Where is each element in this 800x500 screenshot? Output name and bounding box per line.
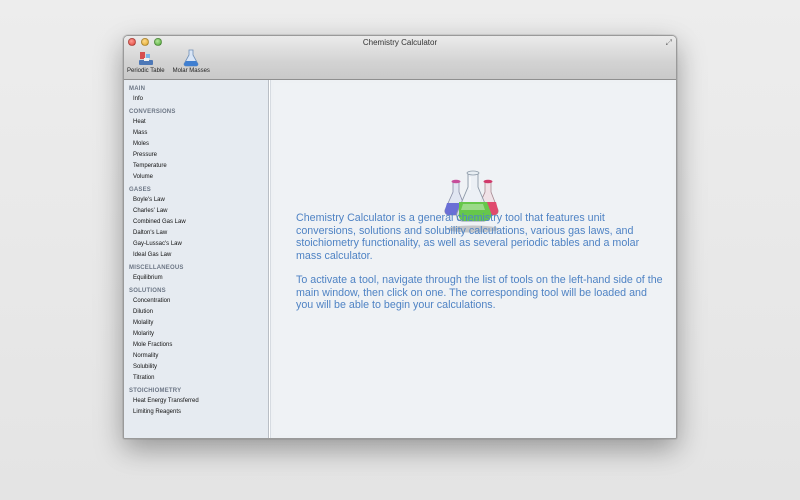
sidebar-item-volume[interactable]: Volume <box>124 172 268 183</box>
sidebar-item-daltons-law[interactable]: Dalton's Law <box>124 228 268 239</box>
sidebar-item-heat-energy-transferred[interactable]: Heat Energy Transferred <box>124 396 268 407</box>
sidebar-item-mass[interactable]: Mass <box>124 128 268 139</box>
section-header-conversions: CONVERSIONS <box>129 109 176 115</box>
sidebar-item-gay-lussacs-law[interactable]: Gay-Lussac's Law <box>124 239 268 250</box>
sidebar-section-stoichiometry: STOICHIOMETRY Heat Energy Transferred Li… <box>124 386 268 418</box>
sidebar-item-combined-gas-law[interactable]: Combined Gas Law <box>124 217 268 228</box>
sidebar-section-solutions: SOLUTIONS Concentration Dilution Molalit… <box>124 286 268 384</box>
sidebar-item-ideal-gas-law[interactable]: Ideal Gas Law <box>124 250 268 261</box>
sidebar-item-temperature[interactable]: Temperature <box>124 161 268 172</box>
sidebar-section-conversions: CONVERSIONS Heat Mass Moles Pressure Tem… <box>124 107 268 183</box>
periodic-table-label: Periodic Table <box>127 68 165 74</box>
sidebar: MAIN Info CONVERSIONS Heat Mass Moles Pr… <box>124 80 269 438</box>
section-header-miscellaneous: MISCELLANEOUS <box>129 265 184 271</box>
sidebar-item-limiting-reagents[interactable]: Limiting Reagents <box>124 407 268 418</box>
molar-masses-button[interactable]: Molar Masses <box>173 49 210 74</box>
sidebar-item-molality[interactable]: Molality <box>124 318 268 329</box>
section-header-stoichiometry: STOICHIOMETRY <box>129 388 182 394</box>
title-bar[interactable]: Chemistry Calculator ⤢ Periodic Table Mo… <box>124 36 676 80</box>
description-paragraph-1: Chemistry Calculator is a general chemis… <box>296 212 640 262</box>
sidebar-item-heat[interactable]: Heat <box>124 117 268 128</box>
description-text: Chemistry Calculator is a general chemis… <box>296 212 666 312</box>
sidebar-item-pressure[interactable]: Pressure <box>124 150 268 161</box>
fullscreen-icon[interactable]: ⤢ <box>666 38 672 48</box>
sidebar-item-boyles-law[interactable]: Boyle's Law <box>124 195 268 206</box>
sidebar-section-main: MAIN Info <box>124 84 268 105</box>
window-title: Chemistry Calculator <box>362 38 438 47</box>
main-panel: Chemistry Calculator is a general chemis… <box>274 83 673 435</box>
periodic-table-button[interactable]: Periodic Table <box>127 49 165 74</box>
sidebar-item-solubility[interactable]: Solubility <box>124 362 268 373</box>
section-header-gases: GASES <box>129 187 152 193</box>
sidebar-item-equilibrium[interactable]: Equilibrium <box>124 273 268 284</box>
section-header-solutions: SOLUTIONS <box>129 288 166 294</box>
molar-masses-label: Molar Masses <box>172 68 210 74</box>
sidebar-section-gases: GASES Boyle's Law Charles' Law Combined … <box>124 185 268 261</box>
flask-icon <box>183 49 199 67</box>
sidebar-item-charles-law[interactable]: Charles' Law <box>124 206 268 217</box>
toolbar: Periodic Table Molar Masses <box>127 49 210 74</box>
sidebar-item-normality[interactable]: Normality <box>124 351 268 362</box>
main-content: Chemistry Calculator is a general chemis… <box>270 80 676 438</box>
section-header-main: MAIN <box>129 86 146 92</box>
sidebar-item-moles[interactable]: Moles <box>124 139 268 150</box>
sidebar-item-concentration[interactable]: Concentration <box>124 296 268 307</box>
sidebar-item-dilution[interactable]: Dilution <box>124 307 268 318</box>
sidebar-item-info[interactable]: Info <box>124 94 268 105</box>
periodic-table-icon <box>138 52 153 65</box>
app-window: Chemistry Calculator ⤢ Periodic Table Mo… <box>123 35 677 439</box>
sidebar-item-mole-fractions[interactable]: Mole Fractions <box>124 340 268 351</box>
sidebar-section-miscellaneous: MISCELLANEOUS Equilibrium <box>124 263 268 284</box>
sidebar-item-titration[interactable]: Titration <box>124 373 268 384</box>
sidebar-item-molarity[interactable]: Molarity <box>124 329 268 340</box>
description-paragraph-2: To activate a tool, navigate through the… <box>296 274 663 311</box>
